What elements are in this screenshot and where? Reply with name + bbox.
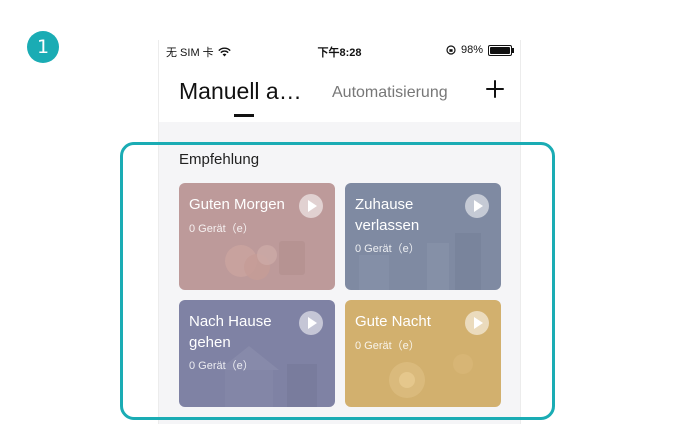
status-bar: 无 SIM 卡 下午8:28 98%: [159, 40, 520, 62]
step-number-badge: 1: [27, 31, 59, 63]
orientation-lock-icon: [446, 45, 456, 55]
active-tab-indicator: [234, 114, 254, 117]
app-header: Manuell a… Automatisierung: [159, 62, 520, 122]
battery-percent: 98%: [460, 44, 483, 56]
plus-icon[interactable]: [484, 78, 506, 100]
tab-manual[interactable]: Manuell a…: [179, 78, 302, 105]
tab-automation[interactable]: Automatisierung: [332, 84, 448, 102]
recommendation-highlight-frame: [120, 142, 555, 420]
battery-icon: [488, 44, 514, 56]
